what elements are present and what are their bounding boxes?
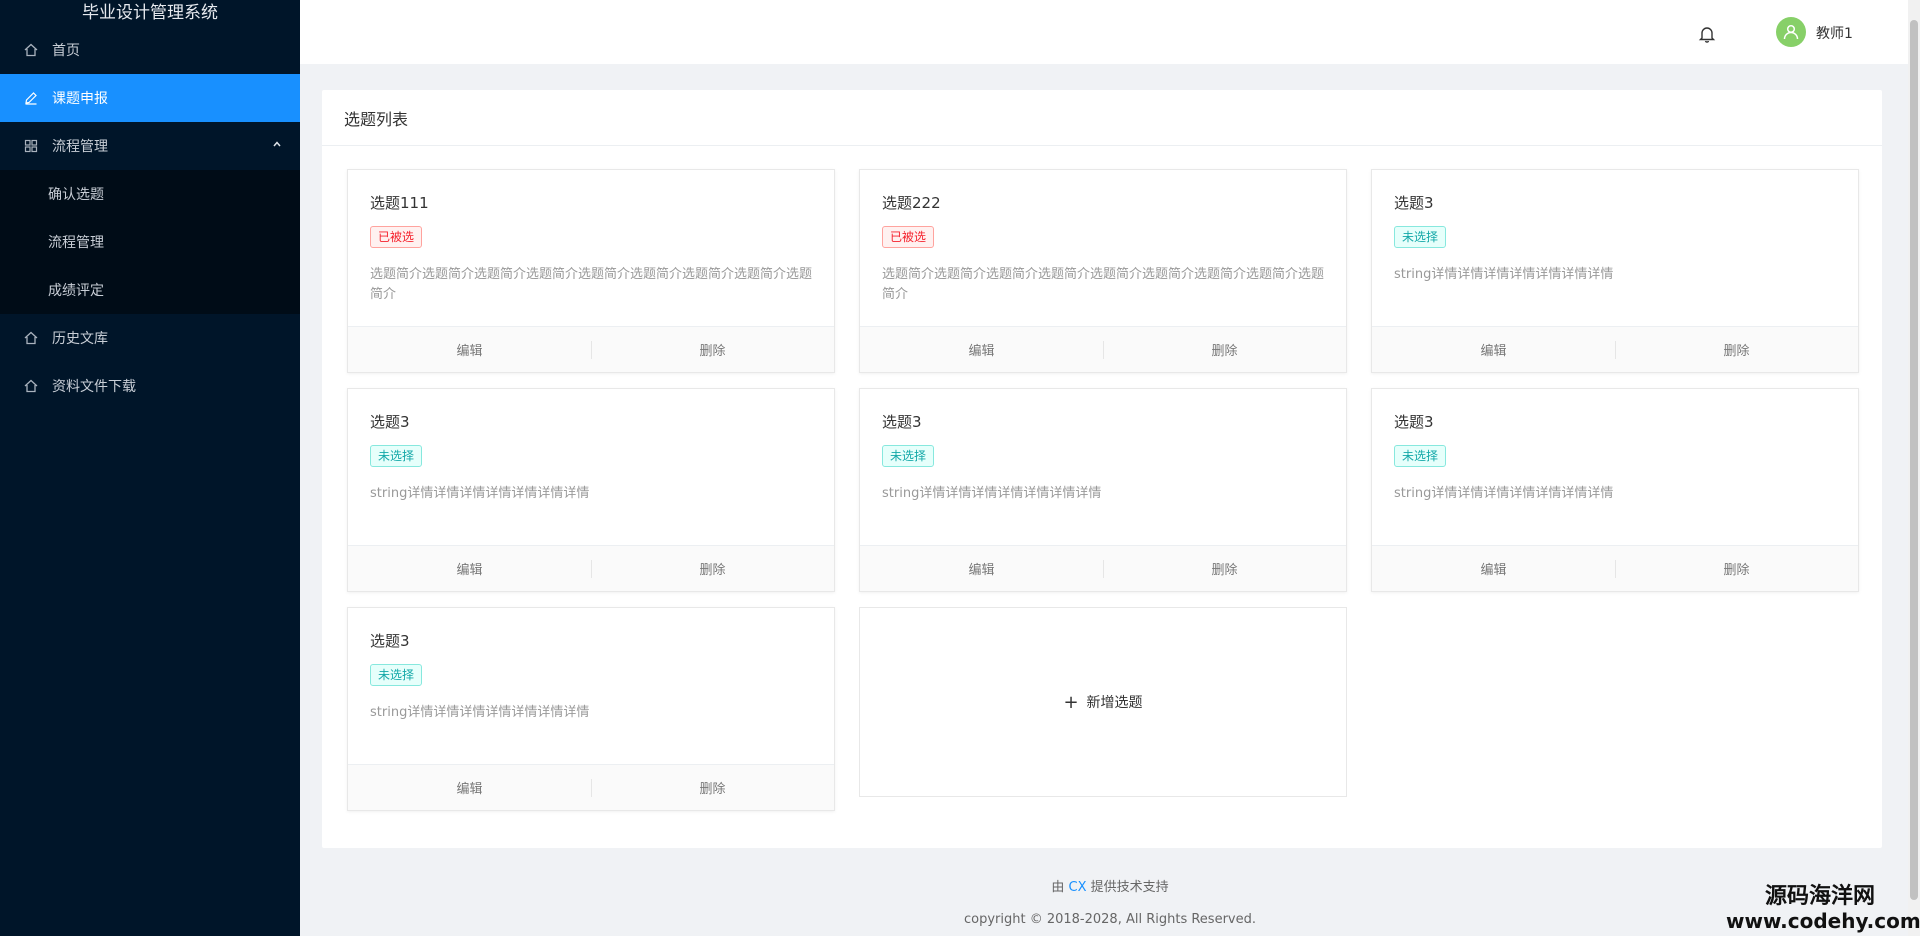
topic-description: 选题简介选题简介选题简介选题简介选题简介选题简介选题简介选题简介选题简介 (882, 267, 1325, 301)
topic-description: string详情详情详情详情详情详情详情 (1394, 267, 1614, 282)
footer-support: 由 CX 提供技术支持 (300, 876, 1920, 895)
card-actions: 编辑 删除 (1372, 326, 1858, 372)
app-brand: 毕业设计管理系统 (82, 3, 218, 23)
topic-description: string详情详情详情详情详情详情详情 (370, 486, 590, 501)
add-topic-button[interactable]: + 新增选题 (859, 607, 1347, 797)
edit-button[interactable]: 编辑 (348, 765, 591, 810)
status-badge: 已被选 (370, 226, 423, 248)
card-actions: 编辑 删除 (348, 545, 834, 591)
avatar[interactable] (1776, 17, 1806, 47)
sidebar-item-label: 历史文库 (52, 331, 108, 347)
status-badge: 已被选 (882, 226, 935, 248)
sidebar-item-label: 首页 (52, 43, 80, 59)
footer-brand-link[interactable]: CX (1069, 880, 1087, 895)
plus-icon: + (1063, 691, 1079, 713)
topic-title: 选题3 (370, 632, 410, 650)
grid-icon (24, 139, 38, 153)
topic-title: 选题111 (370, 194, 429, 212)
topic-title: 选题3 (1394, 194, 1434, 212)
status-badge: 未选择 (1394, 226, 1447, 248)
sidebar-menu: 首页 课题申报 流程管理 确认选题 流程管理 成绩评定 历史文库 资料文件下载 (0, 26, 300, 410)
watermark-url: www.codehy.com (1726, 909, 1920, 933)
sidebar-subitem-label: 成绩评定 (48, 283, 104, 299)
bell-icon[interactable] (1697, 24, 1717, 44)
card-actions: 编辑 删除 (348, 326, 834, 372)
delete-button[interactable]: 删除 (591, 327, 834, 372)
sidebar-item-label: 课题申报 (52, 91, 108, 107)
topic-card: 选题3 未选择 string详情详情详情详情详情详情详情 编辑 删除 (859, 388, 1347, 592)
topic-card: 选题222 已被选 选题简介选题简介选题简介选题简介选题简介选题简介选题简介选题… (859, 169, 1347, 373)
card-actions: 编辑 删除 (860, 326, 1346, 372)
topic-description: 选题简介选题简介选题简介选题简介选题简介选题简介选题简介选题简介选题简介 (370, 267, 813, 301)
user-icon (1783, 24, 1799, 40)
sidebar-subitem-grading[interactable]: 成绩评定 (0, 266, 300, 314)
topic-description: string详情详情详情详情详情详情详情 (1394, 486, 1614, 501)
home-icon (24, 43, 38, 57)
topic-title: 选题3 (882, 413, 922, 431)
sidebar-subitem-confirm-topic[interactable]: 确认选题 (0, 170, 300, 218)
panel-title: 选题列表 (322, 90, 1882, 146)
sidebar-item-file-download[interactable]: 资料文件下载 (0, 362, 300, 410)
delete-button[interactable]: 删除 (1615, 546, 1858, 591)
topic-card: 选题3 未选择 string详情详情详情详情详情详情详情 编辑 删除 (1371, 388, 1859, 592)
footer-copyright: copyright © 2018-2028, All Rights Reserv… (963, 912, 1256, 927)
topic-title: 选题222 (882, 194, 941, 212)
sidebar-item-history-library[interactable]: 历史文库 (0, 314, 300, 362)
topic-card: 选题3 未选择 string详情详情详情详情详情详情详情 编辑 删除 (347, 607, 835, 811)
sidebar-item-process[interactable]: 流程管理 (0, 122, 300, 170)
topic-description: string详情详情详情详情详情详情详情 (882, 486, 1102, 501)
sidebar-item-topic-apply[interactable]: 课题申报 (0, 74, 300, 122)
home-icon (24, 379, 38, 393)
status-badge: 未选择 (882, 445, 935, 467)
delete-button[interactable]: 删除 (1103, 546, 1346, 591)
username[interactable]: 教师1 (1816, 23, 1853, 43)
status-badge: 未选择 (1394, 445, 1447, 467)
edit-button[interactable]: 编辑 (860, 546, 1103, 591)
edit-button[interactable]: 编辑 (1372, 327, 1615, 372)
edit-icon (24, 91, 38, 105)
top-header (300, 0, 1920, 64)
topic-title: 选题3 (370, 413, 410, 431)
sidebar-subitem-process-manage[interactable]: 流程管理 (0, 218, 300, 266)
chevron-up-icon (272, 139, 282, 152)
delete-button[interactable]: 删除 (1103, 327, 1346, 372)
card-actions: 编辑 删除 (348, 764, 834, 810)
sidebar-item-home[interactable]: 首页 (0, 26, 300, 74)
process-submenu: 确认选题 流程管理 成绩评定 (0, 170, 300, 314)
sidebar-item-label: 资料文件下载 (52, 379, 136, 395)
edit-button[interactable]: 编辑 (1372, 546, 1615, 591)
delete-button[interactable]: 删除 (1615, 327, 1858, 372)
sidebar-subitem-label: 确认选题 (48, 187, 104, 203)
topic-title: 选题3 (1394, 413, 1434, 431)
topic-card: 选题3 未选择 string详情详情详情详情详情详情详情 编辑 删除 (347, 388, 835, 592)
footer-suffix: 提供技术支持 (1090, 880, 1169, 895)
delete-button[interactable]: 删除 (591, 546, 834, 591)
footer-prefix: 由 (1051, 880, 1065, 895)
topic-card: 选题3 未选择 string详情详情详情详情详情详情详情 编辑 删除 (1371, 169, 1859, 373)
sidebar-item-label: 流程管理 (52, 139, 108, 155)
status-badge: 未选择 (370, 445, 423, 467)
edit-button[interactable]: 编辑 (348, 327, 591, 372)
add-topic-label: 新增选题 (1086, 695, 1143, 711)
card-actions: 编辑 删除 (860, 545, 1346, 591)
delete-button[interactable]: 删除 (591, 765, 834, 810)
watermark: 源码海洋网 www.codehy.com (1726, 884, 1920, 933)
sidebar: 毕业设计管理系统 首页 课题申报 流程管理 确认选题 流程管理 成绩评定 历史文… (0, 0, 300, 936)
home-icon (24, 331, 38, 345)
sidebar-subitem-label: 流程管理 (48, 235, 104, 251)
watermark-cn: 源码海洋网 (1764, 884, 1875, 909)
topic-description: string详情详情详情详情详情详情详情 (370, 705, 590, 720)
card-actions: 编辑 删除 (1372, 545, 1858, 591)
page-scrollbar[interactable] (1908, 0, 1920, 936)
status-badge: 未选择 (370, 664, 423, 686)
scrollbar-thumb[interactable] (1910, 20, 1918, 900)
edit-button[interactable]: 编辑 (860, 327, 1103, 372)
topic-card: 选题111 已被选 选题简介选题简介选题简介选题简介选题简介选题简介选题简介选题… (347, 169, 835, 373)
edit-button[interactable]: 编辑 (348, 546, 591, 591)
